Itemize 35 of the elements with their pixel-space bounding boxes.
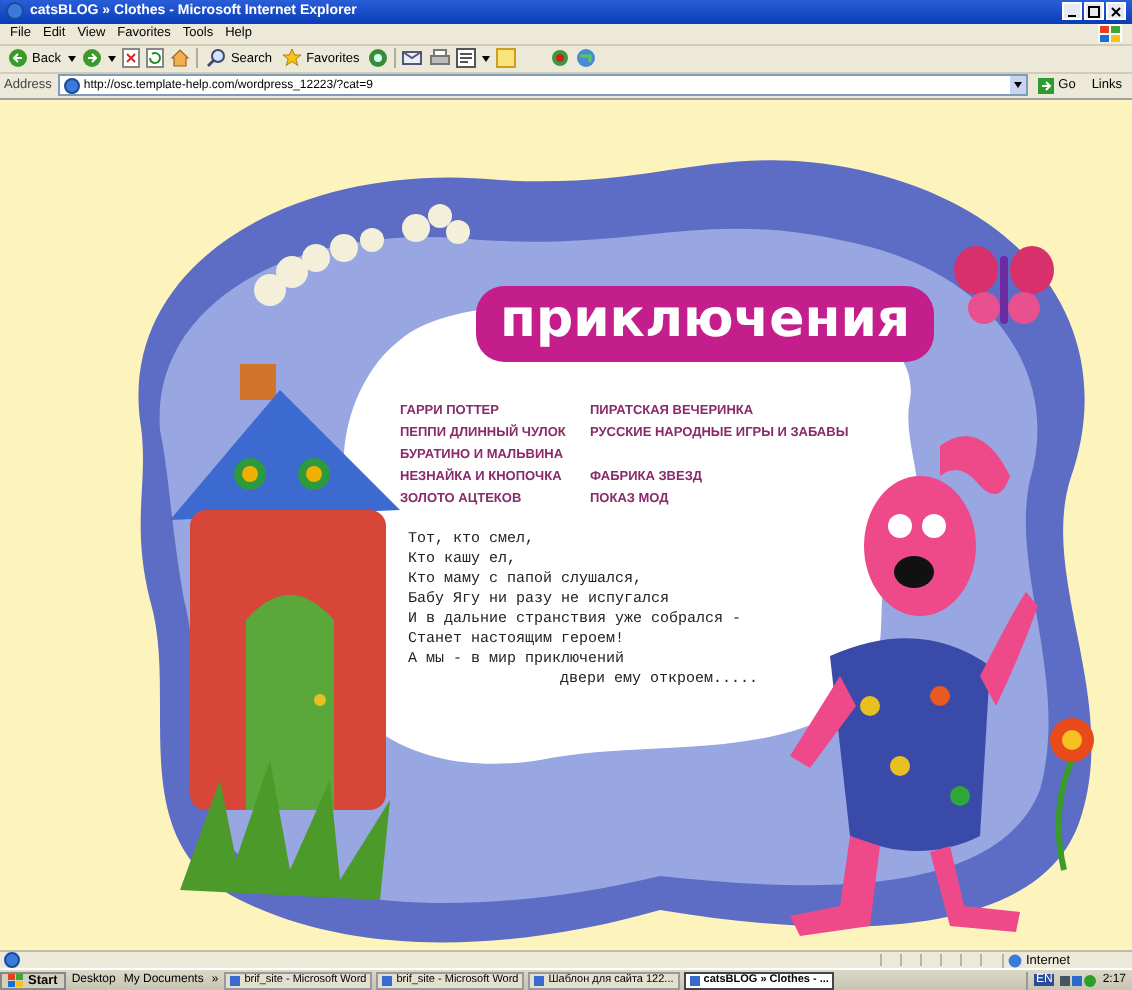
- windows-logo-icon: [1098, 24, 1122, 43]
- arrow-icon: [1038, 77, 1055, 94]
- page-icon: [4, 952, 20, 969]
- caret-icon[interactable]: [68, 55, 77, 62]
- maximize-icon: [1088, 5, 1100, 18]
- stop-icon[interactable]: [122, 48, 141, 69]
- edit-icon[interactable]: [455, 48, 476, 69]
- document-icon: [382, 975, 393, 986]
- globe-icon: [1008, 953, 1022, 968]
- browser-icon: [6, 2, 24, 21]
- page-icon: [63, 77, 80, 94]
- star-icon: [282, 48, 303, 69]
- document-icon: [534, 975, 545, 986]
- maximize-button[interactable]: [1084, 2, 1104, 21]
- page-heading: приключения: [476, 285, 935, 361]
- mail-icon[interactable]: [401, 48, 424, 69]
- forward-icon[interactable]: [82, 48, 103, 69]
- close-button[interactable]: [1106, 2, 1126, 21]
- home-icon[interactable]: [170, 48, 191, 69]
- refresh-icon[interactable]: [146, 48, 165, 69]
- windows-logo-icon: [8, 973, 24, 988]
- close-icon: [1110, 5, 1122, 18]
- media-icon[interactable]: [367, 48, 388, 69]
- caret-icon[interactable]: [108, 55, 117, 62]
- document-icon: [689, 975, 700, 986]
- document-icon: [230, 975, 241, 986]
- back-arrow-icon: [8, 48, 28, 69]
- minimize-button[interactable]: [1062, 2, 1082, 21]
- globe-icon[interactable]: [575, 48, 596, 69]
- caret-icon[interactable]: [481, 55, 490, 62]
- caret-icon: [1014, 82, 1023, 89]
- search-icon: [206, 48, 227, 69]
- printer-icon[interactable]: [429, 48, 450, 69]
- tray-icon[interactable]: [1060, 973, 1097, 988]
- butterfly-drawing: [954, 245, 1054, 323]
